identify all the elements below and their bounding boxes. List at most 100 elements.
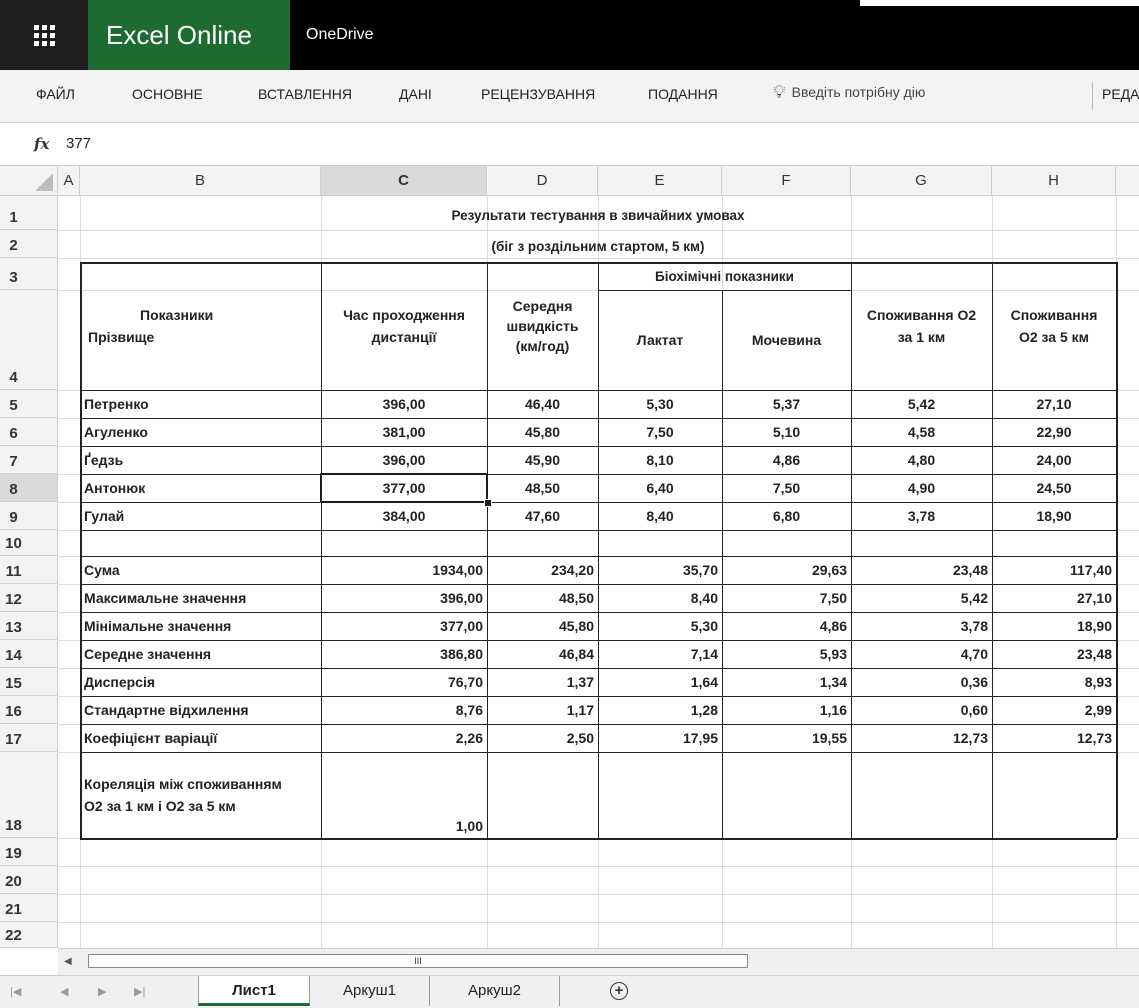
stat-urea[interactable]: 7,50 (726, 584, 847, 612)
stat-lactate[interactable]: 1,28 (602, 696, 718, 724)
cell-time[interactable]: 396,00 (325, 446, 483, 474)
stat-urea[interactable]: 29,63 (726, 556, 847, 584)
athlete-name[interactable]: Ґедзь (84, 446, 317, 474)
sheet-tab-active[interactable]: Лист1 (198, 976, 310, 1006)
row-header-7[interactable]: 7 (0, 446, 58, 474)
edit-workbook-button[interactable]: РЕДАГУ (1102, 86, 1139, 102)
cell-speed[interactable]: 48,50 (491, 474, 594, 502)
stat-speed[interactable]: 2,50 (491, 724, 594, 752)
stat-o2-1km[interactable]: 12,73 (855, 724, 988, 752)
stat-urea[interactable]: 1,34 (726, 668, 847, 696)
row-header-20[interactable]: 20 (0, 866, 58, 894)
stat-lactate[interactable]: 17,95 (602, 724, 718, 752)
stat-label[interactable]: Середне значення (84, 640, 317, 668)
cell-urea[interactable]: 6,80 (726, 502, 847, 530)
tab-file[interactable]: ФАЙЛ (36, 86, 75, 102)
row-header-10[interactable]: 10 (0, 530, 58, 556)
correlation-value[interactable]: 1,00 (321, 814, 483, 838)
tab-insert[interactable]: ВСТАВЛЕННЯ (258, 86, 352, 102)
column-header-h[interactable]: H (992, 166, 1116, 196)
column-header-a[interactable]: A (58, 166, 80, 196)
row-header-19[interactable]: 19 (0, 838, 58, 866)
row-header-21[interactable]: 21 (0, 894, 58, 922)
row-header-3[interactable]: 3 (0, 258, 58, 290)
column-header-e[interactable]: E (598, 166, 722, 196)
cell-lactate[interactable]: 5,30 (602, 390, 718, 418)
cell-lactate[interactable]: 7,50 (602, 418, 718, 446)
stat-label[interactable]: Максимальне значення (84, 584, 317, 612)
add-sheet-icon[interactable]: + (610, 982, 628, 1000)
row-header-9[interactable]: 9 (0, 502, 58, 530)
cell-o2-1km[interactable]: 3,78 (855, 502, 988, 530)
header-urea[interactable]: Мочевина (722, 290, 851, 390)
app-launcher-button[interactable] (0, 0, 88, 70)
tab-view[interactable]: ПОДАННЯ (648, 86, 718, 102)
stat-urea[interactable]: 1,16 (726, 696, 847, 724)
tab-review[interactable]: РЕЦЕНЗУВАННЯ (481, 86, 595, 102)
column-header-f[interactable]: F (722, 166, 851, 196)
header-speed[interactable]: Середня швидкість (км/год) (487, 262, 598, 390)
stat-speed[interactable]: 46,84 (491, 640, 594, 668)
header-lactate[interactable]: Лактат (598, 290, 722, 390)
row-header-17[interactable]: 17 (0, 724, 58, 752)
cell-lactate[interactable]: 8,40 (602, 502, 718, 530)
column-header-g[interactable]: G (851, 166, 992, 196)
stat-o2-1km[interactable]: 5,42 (855, 584, 988, 612)
cell-o2-1km[interactable]: 5,42 (855, 390, 988, 418)
cell-urea[interactable]: 5,37 (726, 390, 847, 418)
stat-label[interactable]: Сума (84, 556, 317, 584)
cell-urea[interactable]: 5,10 (726, 418, 847, 446)
cell-speed[interactable]: 46,40 (491, 390, 594, 418)
column-header-d[interactable]: D (487, 166, 598, 196)
scroll-left-icon[interactable]: ◀ (64, 956, 72, 967)
row-header-16[interactable]: 16 (0, 696, 58, 724)
row-header-18[interactable]: 18 (0, 752, 58, 838)
prev-sheet-icon[interactable]: ◀ (60, 985, 68, 998)
app-brand[interactable]: Excel Online (88, 0, 290, 70)
cell-urea[interactable]: 4,86 (726, 446, 847, 474)
stat-label[interactable]: Коефіцієнт варіації (84, 724, 317, 752)
stat-speed[interactable]: 1,37 (491, 668, 594, 696)
cell-time[interactable]: 377,00 (325, 474, 483, 502)
athlete-name[interactable]: Агуленко (84, 418, 317, 446)
tab-data[interactable]: ДАНІ (399, 86, 432, 102)
function-icon[interactable]: fx (34, 135, 49, 153)
row-header-13[interactable]: 13 (0, 612, 58, 640)
stat-o2-1km[interactable]: 0,60 (855, 696, 988, 724)
cell-speed[interactable]: 45,80 (491, 418, 594, 446)
sheet-tab-2[interactable]: Аркуш1 (310, 976, 430, 1006)
cell-o2-5km[interactable]: 24,50 (996, 474, 1112, 502)
stat-speed[interactable]: 45,80 (491, 612, 594, 640)
select-all-corner[interactable] (0, 166, 58, 196)
cell-o2-1km[interactable]: 4,80 (855, 446, 988, 474)
stat-lactate[interactable]: 35,70 (602, 556, 718, 584)
header-o2-5km[interactable]: Споживання О2 за 5 км (992, 262, 1116, 390)
stat-o2-1km[interactable]: 4,70 (855, 640, 988, 668)
formula-input[interactable]: 377 (66, 135, 91, 152)
header-indicators[interactable]: Показники Прізвище (80, 262, 321, 390)
stat-o2-5km[interactable]: 117,40 (996, 556, 1112, 584)
athlete-name[interactable]: Петренко (84, 390, 317, 418)
horizontal-scrollbar[interactable]: ◀ III (58, 948, 1139, 975)
stat-urea[interactable]: 5,93 (726, 640, 847, 668)
cell-lactate[interactable]: 6,40 (602, 474, 718, 502)
header-biochem[interactable]: Біохімічні показники (598, 262, 851, 290)
cell-o2-5km[interactable]: 22,90 (996, 418, 1112, 446)
stat-o2-1km[interactable]: 3,78 (855, 612, 988, 640)
correlation-label[interactable]: Кореляція між споживанням О2 за 1 км і О… (80, 752, 330, 838)
cell-lactate[interactable]: 8,10 (602, 446, 718, 474)
cell-speed[interactable]: 45,90 (491, 446, 594, 474)
athlete-name[interactable]: Гулай (84, 502, 317, 530)
scroll-thumb[interactable]: III (88, 954, 748, 968)
column-header-c[interactable]: C (321, 166, 487, 196)
cell-speed[interactable]: 47,60 (491, 502, 594, 530)
stat-lactate[interactable]: 7,14 (602, 640, 718, 668)
first-sheet-icon[interactable]: |◀ (10, 985, 21, 998)
cell-time[interactable]: 381,00 (325, 418, 483, 446)
next-sheet-icon[interactable]: ▶ (98, 985, 106, 998)
row-header-14[interactable]: 14 (0, 640, 58, 668)
cell-urea[interactable]: 7,50 (726, 474, 847, 502)
stat-label[interactable]: Мінімальне значення (84, 612, 317, 640)
stat-o2-1km[interactable]: 0,36 (855, 668, 988, 696)
sheet-subtitle[interactable]: (біг з роздільним стартом, 5 км) (80, 234, 1116, 258)
